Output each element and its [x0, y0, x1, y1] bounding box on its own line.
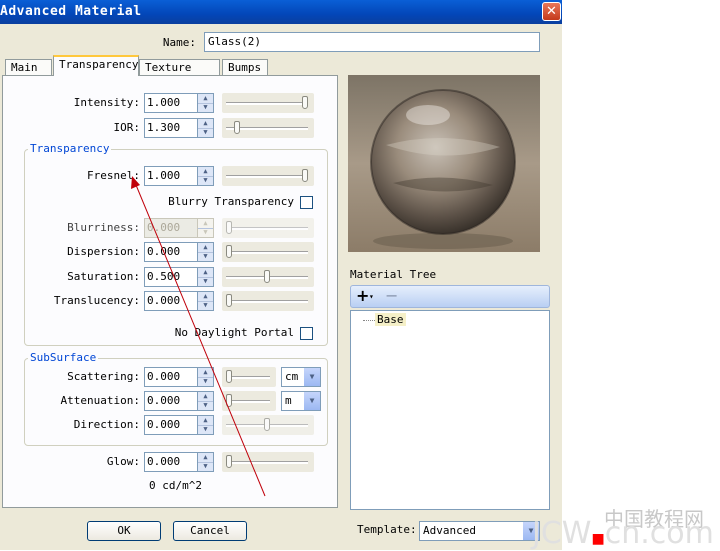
template-select[interactable]: Advanced ▼	[419, 521, 540, 541]
tree-connector	[363, 320, 375, 321]
material-tree-label: Material Tree	[350, 268, 437, 281]
material-preview	[348, 75, 540, 252]
plus-icon[interactable]: +	[356, 286, 369, 306]
cancel-button[interactable]: Cancel	[173, 521, 247, 541]
watermark-logo: JCW■cn.com	[532, 516, 714, 551]
template-label: Template:	[357, 523, 417, 536]
watermark-latin-right: cn.com	[604, 516, 714, 551]
material-tree-view: Base	[350, 310, 550, 510]
chevron-down-icon[interactable]: ▾	[369, 287, 374, 307]
minus-icon[interactable]: −	[385, 286, 398, 306]
tab-transparency[interactable]: Transparency	[53, 55, 139, 76]
watermark-latin-left: JCW	[532, 516, 592, 551]
ok-button[interactable]: OK	[87, 521, 161, 541]
advanced-material-dialog: Advanced Material ✕ Name: Glass(2) Main …	[0, 0, 562, 550]
material-tree-toolbar: + ▾ −	[350, 285, 550, 308]
template-value: Advanced	[423, 524, 476, 537]
tree-item-base[interactable]: Base	[375, 313, 406, 326]
